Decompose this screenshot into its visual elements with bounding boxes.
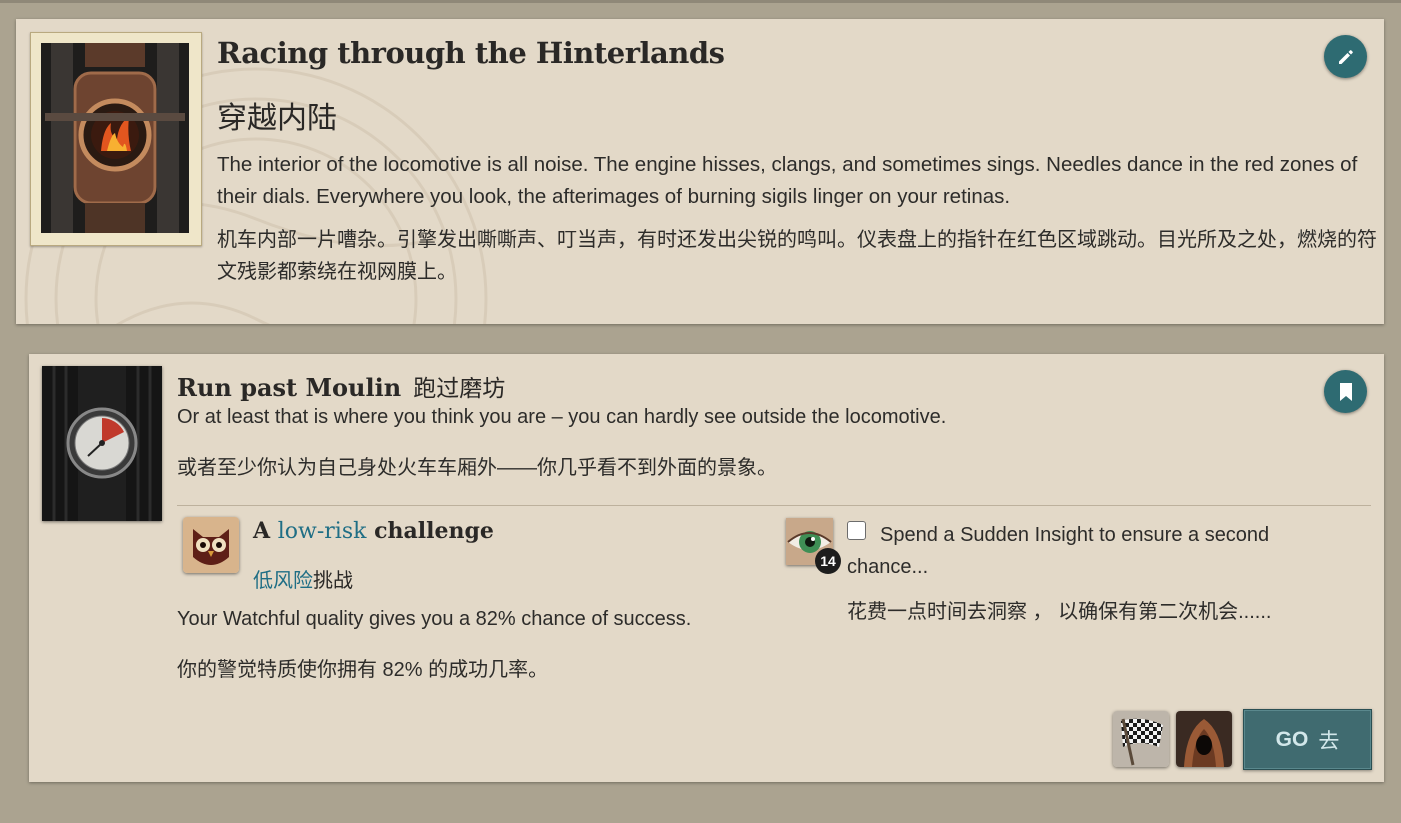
edit-button[interactable] — [1324, 35, 1367, 78]
storylet-title-cn: 穿越内陆 — [217, 101, 337, 136]
branch-title-cn: 跑过磨坊 — [413, 376, 506, 402]
storylet-image — [30, 32, 202, 246]
insight-count-badge: 14 — [815, 548, 841, 574]
branch-title-en: Run past Moulin — [177, 373, 402, 402]
challenge-type: A low-risk challenge — [253, 518, 494, 544]
second-chance-checkbox[interactable] — [847, 521, 866, 540]
challenge-risk: low-risk — [277, 519, 367, 544]
pencil-icon — [1338, 49, 1353, 64]
bookmark-icon — [1339, 382, 1352, 401]
challenge-prefix: A — [253, 518, 278, 544]
challenge-type-cn: 低风险挑战 — [253, 564, 353, 593]
challenge-risk-cn: 低风险 — [253, 568, 313, 592]
branch-description-cn: 或者至少你认为自己身处火车车厢外——你几乎看不到外面的景象。 — [177, 457, 777, 479]
branch-title: Run past Moulin 跑过磨坊 — [177, 369, 505, 403]
go-button[interactable]: GO 去 — [1243, 709, 1372, 770]
bookmark-button[interactable] — [1324, 370, 1367, 413]
storylet-title: Racing through the Hinterlands — [217, 36, 725, 70]
top-edge — [0, 0, 1401, 3]
storylet-card: Racing through the Hinterlands 穿越内陆 The … — [16, 19, 1384, 324]
storylet-description-cn: 机车内部一片嘈杂。引擎发出嘶嘶声、叮当声，有时还发出尖锐的鸣叫。仪表盘上的指针在… — [217, 229, 1377, 283]
branch-image — [42, 366, 162, 521]
challenge-chance: Your Watchful quality gives you a 82% ch… — [177, 608, 692, 630]
go-label-cn: 去 — [1318, 728, 1340, 753]
second-chance-label: Spend a Sudden Insight to ensure a secon… — [847, 524, 1270, 578]
second-chance-label-cn: 花费一点时间去洞察 ， 以确保有第二次机会...... — [847, 601, 1272, 623]
challenge-suffix-cn: 挑战 — [313, 568, 353, 592]
branch-card: Run past Moulin 跑过磨坊 Or at least that is … — [29, 354, 1384, 782]
checkered-flag-icon[interactable] — [1113, 711, 1169, 767]
hooded-figure-icon[interactable] — [1176, 711, 1232, 767]
challenge-chance-cn: 你的警觉特质使你拥有 82% 的成功几率。 — [177, 659, 549, 681]
branch-description: Or at least that is where you think you … — [177, 406, 947, 428]
storylet-description: The interior of the locomotive is all no… — [217, 153, 1358, 208]
divider — [177, 505, 1371, 506]
owl-icon — [183, 517, 239, 573]
challenge-suffix: challenge — [366, 518, 494, 544]
go-label: GO — [1275, 727, 1309, 751]
